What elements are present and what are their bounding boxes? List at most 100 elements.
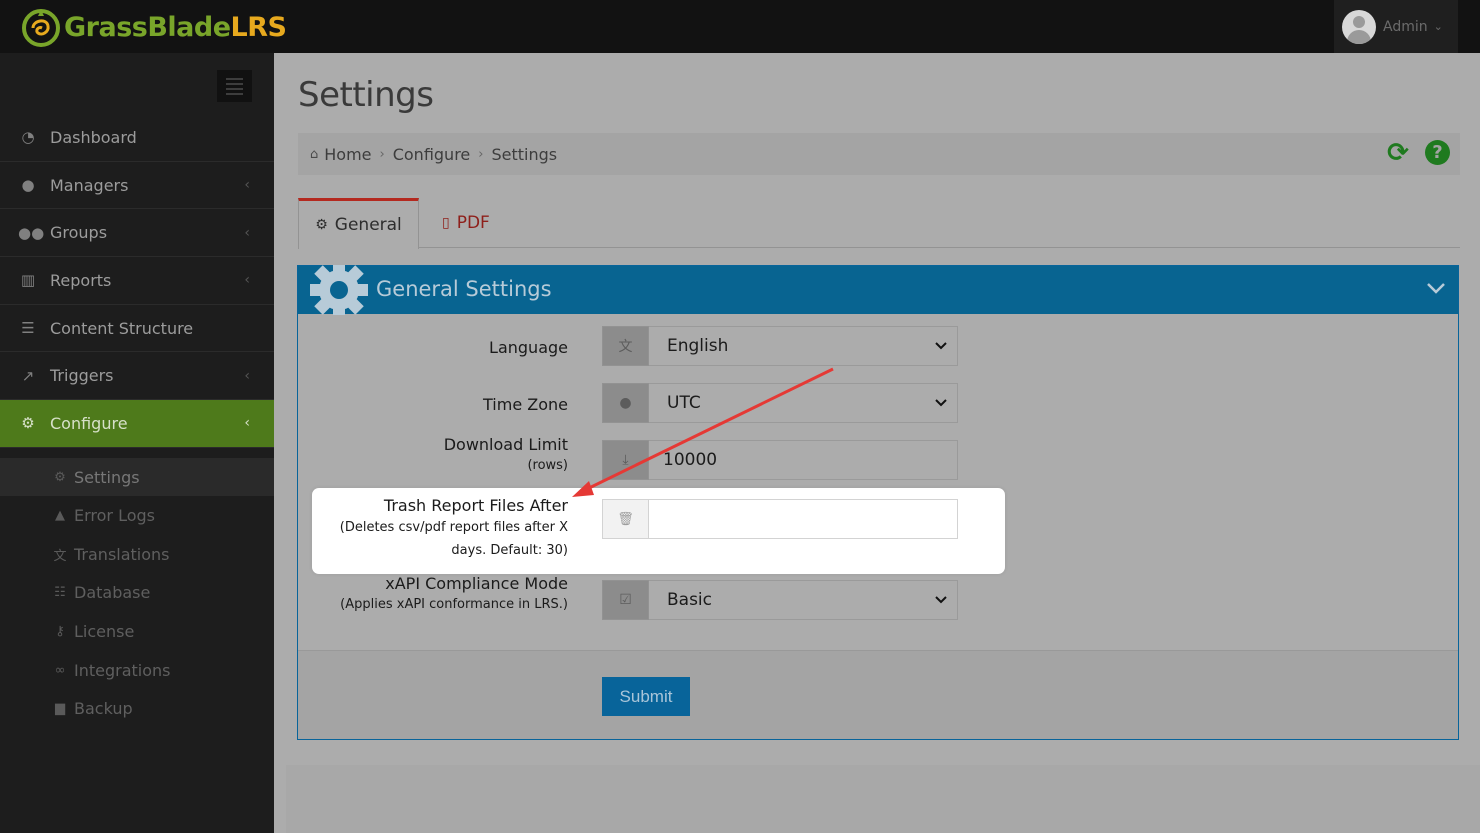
language-control: 文 English	[602, 326, 958, 366]
sidebar-item-label: Dashboard	[50, 127, 137, 147]
gear-icon: ⚙	[54, 469, 66, 485]
top-bar: GrassBladeLRS Admin ⌄	[0, 0, 1480, 53]
download-limit-value: 10000	[663, 450, 718, 470]
sidebar-item-triggers[interactable]: ↗ Triggers ‹	[0, 352, 274, 401]
user-menu[interactable]: Admin ⌄	[1334, 0, 1458, 53]
sidebar-item-configure[interactable]: ⚙ Configure ‹	[0, 400, 274, 448]
panel-footer: Submit	[298, 650, 1458, 739]
sidebar-item-label: Triggers	[50, 366, 114, 386]
page-title: Settings	[298, 75, 434, 115]
gear-icon: ⚙	[315, 217, 328, 233]
settings-tabs: ⚙ General ▯ PDF	[298, 198, 1460, 249]
sidebar-item-reports[interactable]: ▥ Reports ‹	[0, 257, 274, 305]
dashboard-icon: ◔	[21, 128, 35, 147]
archive-icon: ▆	[55, 701, 65, 717]
users-icon: ●●	[18, 223, 45, 242]
chevron-down-icon[interactable]	[1424, 276, 1448, 300]
subnav-item-backup[interactable]: ▆ Backup	[0, 689, 274, 728]
sidebar-toggle-button[interactable]	[217, 70, 252, 102]
link-icon: ∞	[54, 662, 66, 678]
sidebar-item-label: Reports	[50, 270, 112, 290]
chevron-left-icon: ‹	[244, 224, 250, 241]
file-pdf-icon: ▯	[442, 215, 450, 231]
download-limit-title: Download Limit	[443, 435, 568, 454]
grassblade-logo-icon	[22, 9, 60, 47]
breadcrumb-actions: ⟳ ?	[1385, 140, 1450, 166]
configure-submenu: ⚙ Settings ▲ Error Logs 文 Translations ☷…	[0, 457, 274, 728]
language-label: Language	[489, 338, 568, 357]
download-limit-input[interactable]: 10000	[649, 440, 958, 480]
subnav-item-settings[interactable]: ⚙ Settings	[0, 457, 274, 497]
sidebar-item-label: Content Structure	[50, 318, 194, 338]
refresh-icon[interactable]: ⟳	[1385, 140, 1411, 166]
external-link-icon: ↗	[21, 366, 35, 385]
subnav-item-translations[interactable]: 文 Translations	[0, 535, 274, 574]
breadcrumb-separator: ›	[478, 146, 484, 162]
xapi-mode-label: xAPI Compliance Mode (Applies xAPI confo…	[288, 574, 568, 616]
sidebar-item-dashboard[interactable]: ◔ Dashboard	[0, 114, 274, 162]
timezone-select[interactable]: UTC	[649, 383, 958, 423]
sidebar: ◔ Dashboard ● Managers ‹ ●● Groups ‹ ▥ R…	[0, 53, 274, 833]
trash-after-title: Trash Report Files After	[383, 496, 568, 515]
sidebar-item-label: Configure	[50, 413, 128, 433]
app-logo[interactable]: GrassBladeLRS	[20, 4, 287, 50]
timezone-control: ● UTC	[602, 383, 958, 423]
subnav-item-label: Error Logs	[74, 506, 155, 526]
sidebar-item-content-structure[interactable]: ☰ Content Structure	[0, 305, 274, 353]
home-icon: ⌂	[310, 146, 319, 162]
tab-label: General	[334, 215, 402, 235]
check-square-icon: ☑	[602, 580, 649, 620]
logo-text: GrassBladeLRS	[64, 11, 287, 43]
user-icon: ●	[21, 176, 35, 195]
chevron-down-icon	[935, 596, 947, 604]
download-limit-label: Download Limit (rows)	[288, 435, 568, 477]
warning-icon: ▲	[55, 508, 65, 524]
language-icon: 文	[53, 548, 67, 564]
language-select[interactable]: English	[649, 326, 958, 366]
gear-icon: ⚙	[21, 414, 35, 433]
sidebar-nav: ◔ Dashboard ● Managers ‹ ●● Groups ‹ ▥ R…	[0, 114, 274, 728]
subnav-item-label: Database	[74, 583, 151, 603]
subnav-item-database[interactable]: ☷ Database	[0, 574, 274, 613]
trash-after-input[interactable]	[649, 499, 958, 539]
sidebar-item-managers[interactable]: ● Managers ‹	[0, 162, 274, 210]
chevron-down-icon	[935, 399, 947, 407]
help-icon[interactable]: ?	[1425, 140, 1450, 165]
sidebar-item-groups[interactable]: ●● Groups ‹	[0, 209, 274, 258]
subnav-item-label: Settings	[74, 467, 140, 487]
bar-chart-icon: ▥	[20, 271, 36, 290]
globe-icon: ●	[602, 383, 649, 423]
tab-general[interactable]: ⚙ General	[298, 198, 419, 249]
timezone-label: Time Zone	[483, 395, 568, 414]
trash-after-sub-line2: days. Default: 30)	[451, 543, 568, 558]
trash-icon: 🗑	[602, 499, 649, 539]
subnav-item-label: Translations	[74, 544, 170, 564]
subnav-item-error-logs[interactable]: ▲ Error Logs	[0, 496, 274, 535]
tab-pdf[interactable]: ▯ PDF	[442, 198, 490, 248]
chevron-left-icon: ‹	[244, 177, 250, 194]
xapi-mode-control: ☑ Basic	[602, 580, 958, 620]
trash-after-control: 🗑	[602, 499, 958, 539]
breadcrumb-configure[interactable]: Configure	[393, 145, 471, 164]
breadcrumb-home[interactable]: Home	[324, 145, 371, 164]
chevron-left-icon: ‹	[244, 367, 250, 384]
avatar	[1342, 9, 1376, 44]
chevron-down-icon	[935, 342, 947, 350]
key-icon: ⚷	[55, 623, 65, 639]
language-value: English	[667, 336, 729, 356]
panel-header[interactable]: General Settings	[298, 265, 1458, 315]
subnav-item-integrations[interactable]: ∞ Integrations	[0, 651, 274, 690]
breadcrumb-settings: Settings	[491, 144, 558, 164]
xapi-mode-select[interactable]: Basic	[649, 580, 958, 620]
user-name: Admin	[1383, 18, 1428, 35]
main-content: Settings ⌂ Home › Configure › Settings ⟳…	[274, 53, 1480, 833]
subnav-item-license[interactable]: ⚷ License	[0, 612, 274, 651]
subnav-item-label: Integrations	[74, 660, 171, 680]
breadcrumb: ⌂ Home › Configure › Settings ⟳ ?	[298, 133, 1460, 175]
tab-label: PDF	[456, 213, 490, 233]
page-footer-area	[286, 765, 1480, 833]
language-icon: 文	[602, 326, 649, 366]
trash-after-sub-line1: (Deletes csv/pdf report files after X	[339, 520, 568, 535]
chevron-left-icon: ‹	[244, 415, 250, 432]
submit-button[interactable]: Submit	[602, 677, 690, 716]
